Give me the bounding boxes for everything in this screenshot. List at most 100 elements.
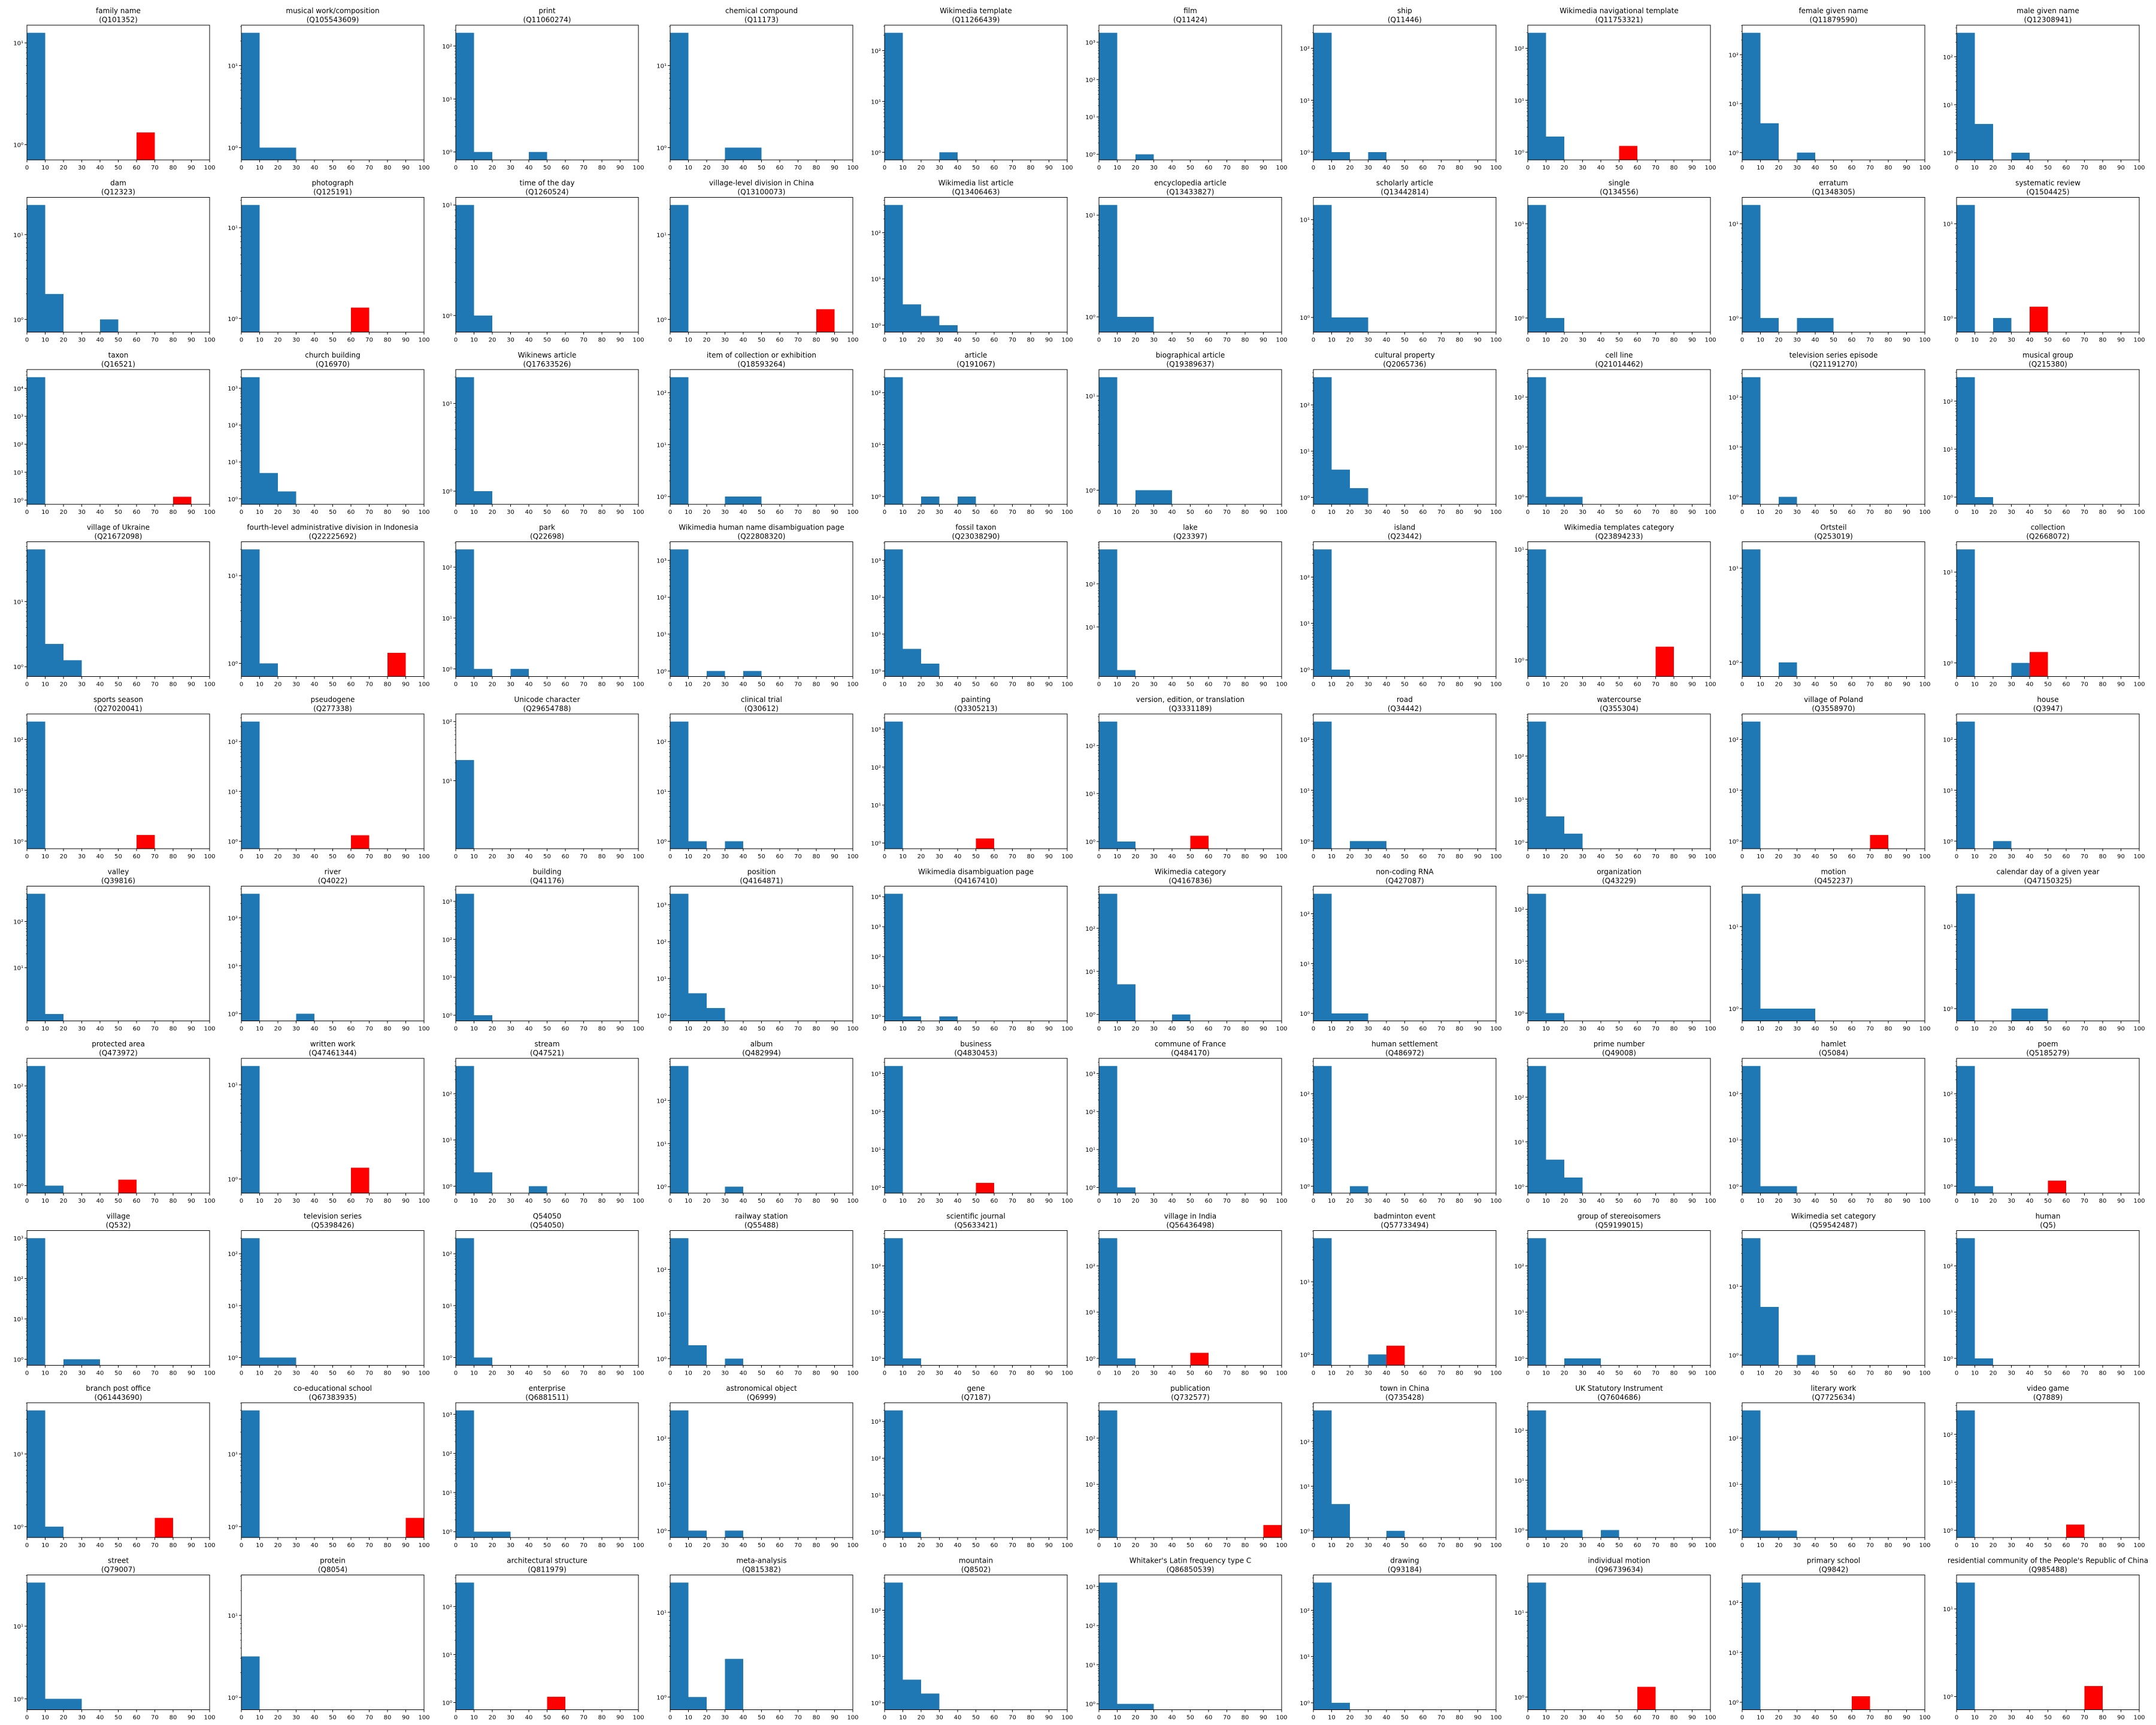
subplot: meta-analysis(Q815382)0 10 20 30 40 50 60 70 80 9…	[656, 1557, 858, 1721]
x-tick-label: 80	[813, 682, 820, 688]
x-tick-label: 30	[2007, 1370, 2015, 1377]
histogram-bar	[903, 1532, 921, 1538]
histogram-bar	[529, 1186, 547, 1193]
y-tick-label: 10²	[656, 1436, 667, 1442]
x-tick-label: 100	[847, 337, 858, 344]
x-tick-label: 60	[1634, 337, 1642, 344]
histogram-bar	[1099, 377, 1118, 504]
x-tick-label: 10	[899, 1542, 907, 1549]
x-tick-label: 20	[1990, 1026, 1997, 1033]
x-tick-label: 90	[2117, 682, 2125, 688]
x-tick-label: 30	[292, 165, 300, 171]
y-tick-label: 10¹	[656, 1141, 667, 1148]
y-tick-label: 10¹	[1085, 1310, 1095, 1317]
subplot: calendar day of a given year(Q47150325)0…	[1943, 868, 2145, 1033]
histogram-bar	[259, 663, 278, 677]
x-tick-label: 40	[96, 1370, 104, 1377]
x-tick-label: 30	[721, 165, 729, 171]
x-tick-label: 0	[883, 854, 886, 860]
axes-frame	[1098, 713, 1282, 849]
histogram-bar	[885, 1066, 903, 1193]
x-tick-label: 100	[204, 337, 215, 344]
x-tick-label: 20	[60, 1370, 68, 1377]
histogram-bar	[1779, 662, 1797, 677]
subplot: article(Q191067)0 10 20 30 40 50 60 70 80 90 10010…	[871, 351, 1073, 516]
y-tick-label: 10⁰	[1943, 1006, 1953, 1013]
subplot-id: (Q79007)	[101, 1566, 135, 1574]
x-tick-label: 20	[1561, 165, 1568, 171]
x-tick-label: 80	[1670, 1198, 1678, 1205]
x-tick-label: 0	[1312, 1198, 1315, 1205]
y-tick-label: 10²	[442, 937, 452, 943]
subplot-id: (Q7187)	[961, 1393, 991, 1402]
y-tick-label: 10⁰	[442, 489, 452, 495]
histogram-bar	[1313, 549, 1332, 677]
highlight-bar	[351, 1167, 370, 1193]
histogram-bar	[1172, 1014, 1191, 1021]
histogram-bar	[1742, 205, 1761, 332]
x-tick-label: 100	[632, 509, 644, 516]
x-tick-label: 90	[2117, 337, 2125, 344]
y-tick-label: 10⁰	[442, 667, 452, 673]
x-tick-label: 30	[1364, 509, 1372, 516]
x-tick-label: 80	[1670, 337, 1678, 344]
x-tick-label: 30	[1793, 1026, 1801, 1033]
x-tick-label: 80	[1885, 1542, 1892, 1549]
x-tick-label: 100	[418, 1370, 429, 1377]
x-tick-label: 90	[1045, 682, 1053, 688]
x-tick-label: 90	[1259, 1715, 1267, 1721]
y-tick-label: 10⁰	[1943, 1528, 1953, 1535]
x-tick-label: 50	[543, 1370, 551, 1377]
x-tick-label: 60	[2063, 337, 2070, 344]
x-tick-label: 70	[1437, 337, 1445, 344]
histogram-bar	[241, 1238, 260, 1366]
axes-frame	[455, 886, 639, 1021]
axes-frame	[26, 369, 210, 505]
axes-frame	[1742, 1402, 1925, 1538]
x-tick-label: 80	[2099, 1370, 2107, 1377]
x-tick-label: 60	[133, 1715, 141, 1721]
axes-frame	[241, 1058, 425, 1194]
x-tick-label: 30	[1364, 1715, 1372, 1721]
subplot-title: fossil taxon	[955, 523, 996, 532]
histogram-bar	[1117, 317, 1135, 332]
y-tick-label: 10¹	[1085, 1662, 1095, 1669]
subplot-title: scholarly article	[1376, 179, 1433, 187]
y-tick-label: 10¹	[228, 1303, 238, 1310]
x-tick-label: 50	[1401, 509, 1409, 516]
subplot-id: (Q5398426)	[311, 1221, 354, 1230]
x-tick-label: 90	[1045, 509, 1053, 516]
histogram-bar	[45, 1013, 63, 1021]
x-tick-label: 70	[365, 1542, 373, 1549]
x-tick-label: 60	[1419, 1198, 1427, 1205]
x-tick-label: 70	[1437, 1198, 1445, 1205]
x-tick-label: 60	[991, 165, 998, 171]
y-tick-label: 10⁰	[1514, 1011, 1524, 1018]
histogram-bar	[1742, 721, 1761, 849]
x-tick-label: 90	[1259, 1198, 1267, 1205]
x-tick-label: 80	[169, 509, 177, 516]
x-tick-label: 80	[1885, 509, 1892, 516]
y-tick-label: 10¹	[442, 1303, 452, 1310]
x-tick-label: 20	[917, 682, 925, 688]
x-tick-label: 10	[1542, 682, 1550, 688]
x-tick-label: 10	[1328, 1370, 1336, 1377]
x-tick-label: 50	[758, 509, 765, 516]
x-tick-label: 60	[347, 1198, 355, 1205]
highlight-bar	[1619, 146, 1637, 160]
x-tick-label: 30	[1364, 682, 1372, 688]
y-tick-label: 10¹	[13, 41, 23, 47]
x-tick-label: 70	[794, 1026, 802, 1033]
x-tick-label: 40	[1383, 165, 1391, 171]
x-tick-label: 30	[78, 165, 86, 171]
x-tick-label: 40	[740, 337, 747, 344]
subplot: business(Q4830453)0 10 20 30 40 50 60 70 80 90 100…	[871, 1040, 1073, 1205]
x-tick-label: 40	[1168, 1542, 1176, 1549]
x-tick-label: 0	[1312, 1715, 1315, 1721]
subplot: village in India(Q56436498)0 10 20 30 40 50 60…	[1085, 1212, 1287, 1377]
x-tick-label: 30	[292, 1026, 300, 1033]
y-tick-label: 10¹	[1943, 222, 1953, 228]
x-tick-label: 30	[935, 854, 943, 860]
y-tick-label: 10¹	[656, 442, 667, 449]
histogram-bar	[456, 1582, 474, 1710]
